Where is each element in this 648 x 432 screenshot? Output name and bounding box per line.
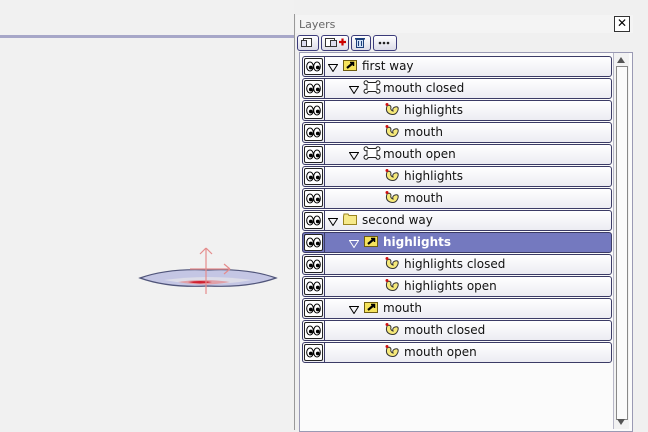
vector-icon	[384, 124, 400, 141]
expand-toggle-icon[interactable]	[348, 83, 360, 97]
layer-label: mouth	[404, 125, 443, 139]
layer-row[interactable]: mouth	[302, 188, 612, 209]
visibility-toggle[interactable]	[304, 102, 323, 119]
layer-row[interactable]: mouth closed	[302, 78, 612, 99]
visibility-toggle[interactable]	[304, 300, 323, 317]
expand-toggle-icon[interactable]	[348, 303, 360, 317]
switch-icon	[363, 300, 379, 317]
visibility-toggle[interactable]	[304, 212, 323, 229]
layer-label: mouth	[404, 191, 443, 205]
row-separator	[324, 255, 325, 274]
layer-row[interactable]: highlights	[302, 166, 612, 187]
row-separator	[324, 57, 325, 76]
layer-row[interactable]: second way	[302, 210, 612, 231]
layer-label: highlights	[383, 235, 452, 249]
vector-icon	[384, 256, 400, 273]
row-separator	[324, 145, 325, 164]
layer-label: mouth closed	[383, 81, 465, 95]
visibility-toggle[interactable]	[304, 234, 323, 251]
row-separator	[324, 321, 325, 340]
layer-row[interactable]: mouth open	[302, 342, 612, 363]
vector-icon	[384, 322, 400, 339]
layer-row[interactable]: highlights	[302, 100, 612, 121]
row-separator	[324, 79, 325, 98]
row-separator	[324, 123, 325, 142]
bone-icon	[363, 146, 381, 163]
row-separator	[324, 211, 325, 230]
guide-line	[0, 35, 294, 38]
layer-row[interactable]: mouth	[302, 298, 612, 319]
layer-label: highlights open	[404, 279, 497, 293]
visibility-toggle[interactable]	[304, 344, 323, 361]
mouth-shape[interactable]	[138, 244, 278, 294]
panel-titlebar[interactable]: Layers ✕	[296, 15, 633, 33]
close-button[interactable]: ✕	[614, 16, 630, 32]
scroll-down-icon[interactable]	[617, 419, 625, 425]
layer-row[interactable]: mouth closed	[302, 320, 612, 341]
layer-label: first way	[362, 59, 414, 73]
vector-icon	[384, 102, 400, 119]
row-separator	[324, 167, 325, 186]
scroll-up-icon[interactable]	[617, 57, 625, 63]
row-separator	[324, 233, 325, 252]
visibility-toggle[interactable]	[304, 322, 323, 339]
new-layer-button[interactable]	[297, 35, 319, 51]
layer-row[interactable]: first way	[302, 56, 612, 77]
layer-row[interactable]: highlights	[302, 232, 612, 253]
layer-row[interactable]: highlights closed	[302, 254, 612, 275]
vector-icon	[384, 168, 400, 185]
layer-label: highlights	[404, 169, 464, 183]
switch-icon	[363, 234, 379, 251]
new-group-button[interactable]	[321, 35, 349, 51]
visibility-toggle[interactable]	[304, 80, 323, 97]
layer-label: mouth	[383, 301, 422, 315]
expand-toggle-icon[interactable]	[348, 237, 360, 251]
row-separator	[324, 299, 325, 318]
vertical-scrollbar[interactable]	[613, 53, 629, 429]
layers-list: first way mouth closed highlights mouth mout…	[299, 52, 633, 432]
visibility-toggle[interactable]	[304, 256, 323, 273]
layer-label: highlights closed	[404, 257, 506, 271]
layers-panel: Layers ✕ first way mouth closed highlights…	[294, 14, 648, 432]
panel-title: Layers	[299, 18, 336, 31]
row-separator	[324, 189, 325, 208]
visibility-toggle[interactable]	[304, 168, 323, 185]
row-separator	[324, 101, 325, 120]
layer-label: mouth closed	[404, 323, 486, 337]
canvas-area[interactable]	[0, 0, 294, 430]
delete-layer-button[interactable]	[351, 35, 371, 51]
expand-toggle-icon[interactable]	[327, 215, 339, 229]
visibility-toggle[interactable]	[304, 278, 323, 295]
switch-icon	[342, 58, 358, 75]
layer-row[interactable]: mouth open	[302, 144, 612, 165]
layer-label: mouth open	[383, 147, 456, 161]
layer-row[interactable]: mouth	[302, 122, 612, 143]
folder-icon	[342, 212, 358, 229]
expand-toggle-icon[interactable]	[327, 61, 339, 75]
layer-row[interactable]: highlights open	[302, 276, 612, 297]
visibility-toggle[interactable]	[304, 190, 323, 207]
expand-toggle-icon[interactable]	[348, 149, 360, 163]
row-separator	[324, 343, 325, 362]
visibility-toggle[interactable]	[304, 124, 323, 141]
layer-label: mouth open	[404, 345, 477, 359]
more-options-button[interactable]	[373, 35, 397, 51]
layer-label: second way	[362, 213, 433, 227]
visibility-toggle[interactable]	[304, 146, 323, 163]
vector-icon	[384, 278, 400, 295]
vector-icon	[384, 344, 400, 361]
vector-icon	[384, 190, 400, 207]
scroll-thumb[interactable]	[616, 66, 628, 420]
row-separator	[324, 277, 325, 296]
layer-label: highlights	[404, 103, 464, 117]
visibility-toggle[interactable]	[304, 58, 323, 75]
bone-icon	[363, 80, 381, 97]
